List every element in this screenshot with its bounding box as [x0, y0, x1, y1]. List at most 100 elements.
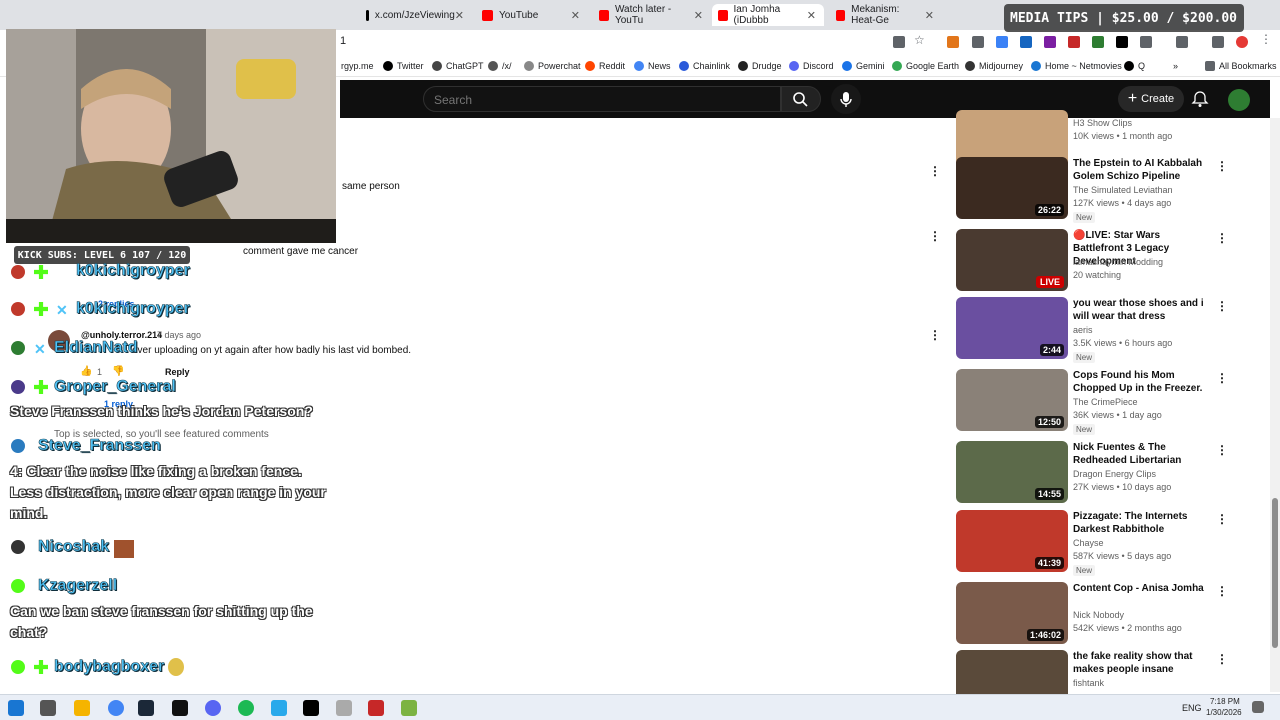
menu-icon[interactable]: [1212, 36, 1224, 48]
video-title[interactable]: Nick Fuentes & The Redheaded Libertarian: [1073, 441, 1213, 467]
bookmark-item[interactable]: Discord: [789, 61, 834, 71]
search-field[interactable]: [423, 86, 781, 113]
bookmark-item[interactable]: Twitter: [383, 61, 424, 71]
bell-icon[interactable]: [1190, 89, 1210, 109]
tab-x-jzeviewing[interactable]: x.com/JzeViewing ✕: [360, 4, 472, 26]
comment-menu-icon[interactable]: ⋮: [929, 328, 941, 342]
bookmark-item[interactable]: rgyp.me: [341, 61, 374, 71]
chevron-right-icon[interactable]: »: [1173, 61, 1178, 71]
close-icon[interactable]: ✕: [571, 9, 580, 22]
language-indicator[interactable]: ENG: [1182, 703, 1202, 713]
video-title[interactable]: Pizzagate: The Internets Darkest Rabbith…: [1073, 510, 1213, 536]
kebab-menu-icon[interactable]: ⋮: [1260, 32, 1272, 46]
create-button[interactable]: + Create: [1118, 86, 1184, 112]
video-menu-icon[interactable]: ⋮: [1216, 371, 1228, 385]
video-thumbnail[interactable]: 2:44: [956, 297, 1068, 359]
video-thumbnail[interactable]: 26:22: [956, 157, 1068, 219]
channel-name[interactable]: fishtank: [1073, 678, 1104, 688]
voice-search-button[interactable]: [831, 84, 861, 114]
chrome-icon[interactable]: [108, 700, 124, 716]
video-menu-icon[interactable]: ⋮: [1216, 584, 1228, 598]
close-icon[interactable]: ✕: [694, 9, 703, 22]
video-menu-icon[interactable]: ⋮: [1216, 512, 1228, 526]
video-title[interactable]: the fake reality show that makes people …: [1073, 650, 1213, 676]
search-input[interactable]: [424, 87, 780, 113]
extension-icon[interactable]: [1044, 36, 1056, 48]
spotify-icon[interactable]: [238, 700, 254, 716]
app-icon[interactable]: [368, 700, 384, 716]
avatar[interactable]: [1228, 89, 1250, 111]
minecraft-icon[interactable]: [401, 700, 417, 716]
bookmark-item[interactable]: Midjourney: [965, 61, 1023, 71]
bookmark-item[interactable]: Chainlink: [679, 61, 730, 71]
channel-name[interactable]: aeris: [1073, 325, 1093, 335]
bookmark-item[interactable]: Gemini: [842, 61, 885, 71]
channel-name[interactable]: Chayse: [1073, 538, 1104, 548]
extension-icon[interactable]: [1068, 36, 1080, 48]
video-title[interactable]: you wear those shoes and i will wear tha…: [1073, 297, 1213, 323]
x-icon[interactable]: [303, 700, 319, 716]
scroll-thumb[interactable]: [1272, 498, 1278, 648]
app-icon[interactable]: [336, 700, 352, 716]
telegram-icon[interactable]: [271, 700, 287, 716]
task-view-icon[interactable]: [40, 700, 56, 716]
bookmark-item[interactable]: News: [634, 61, 671, 71]
channel-name[interactable]: The CrimePiece: [1073, 397, 1138, 407]
bookmark-item[interactable]: Powerchat: [524, 61, 581, 71]
bookmark-item[interactable]: /x/: [488, 61, 512, 71]
file-explorer-icon[interactable]: [74, 700, 90, 716]
scrollbar[interactable]: [1270, 118, 1280, 692]
install-icon[interactable]: [893, 36, 905, 48]
terminal-icon[interactable]: [172, 700, 188, 716]
channel-name[interactable]: Dragon Energy Clips: [1073, 469, 1156, 479]
comment-menu-icon[interactable]: ⋮: [929, 164, 941, 178]
x-extension-icon[interactable]: [1116, 36, 1128, 48]
clock-time[interactable]: 7:18 PM: [1210, 697, 1240, 706]
bookmark-item[interactable]: Reddit: [585, 61, 625, 71]
video-menu-icon[interactable]: ⋮: [1216, 231, 1228, 245]
url-text[interactable]: 1: [340, 35, 346, 47]
video-menu-icon[interactable]: ⋮: [1216, 443, 1228, 457]
close-icon[interactable]: ✕: [807, 9, 816, 22]
bookmark-item[interactable]: Google Earth: [892, 61, 959, 71]
video-menu-icon[interactable]: ⋮: [1216, 652, 1228, 666]
tab-mekanism[interactable]: Mekanism: Heat-Ge ✕: [830, 4, 942, 26]
steam-icon[interactable]: [138, 700, 154, 716]
video-thumbnail[interactable]: 14:55: [956, 441, 1068, 503]
bookmark-item[interactable]: Q: [1124, 61, 1145, 71]
metamask-extension-icon[interactable]: [947, 36, 959, 48]
discord-icon[interactable]: [205, 700, 221, 716]
channel-name[interactable]: Nick Nobody: [1073, 610, 1124, 620]
extension-icon[interactable]: [1092, 36, 1104, 48]
sidepanel-icon[interactable]: [1176, 36, 1188, 48]
video-menu-icon[interactable]: ⋮: [1216, 299, 1228, 313]
bookmark-item[interactable]: Home ~ Netmovies: [1031, 61, 1122, 71]
channel-name[interactable]: H3 Show Clips: [1073, 118, 1132, 128]
tab-youtube[interactable]: YouTube ✕: [476, 4, 588, 26]
video-title[interactable]: Cops Found his Mom Chopped Up in the Fre…: [1073, 369, 1213, 395]
comment-menu-icon[interactable]: ⋮: [929, 229, 941, 243]
extension-icon[interactable]: [1020, 36, 1032, 48]
channel-name[interactable]: The Simulated Leviathan: [1073, 185, 1173, 195]
bookmark-item[interactable]: ChatGPT: [432, 61, 484, 71]
all-bookmarks[interactable]: All Bookmarks: [1205, 61, 1277, 71]
search-button[interactable]: [781, 86, 821, 112]
video-thumbnail[interactable]: LIVE: [956, 229, 1068, 291]
tab-watch-later[interactable]: Watch later - YouTu ✕: [593, 4, 711, 26]
tab-ian-jomha[interactable]: Ian Jomha (iDubbb ✕: [712, 4, 824, 26]
video-title[interactable]: Content Cop - Anisa Jomha: [1073, 582, 1213, 595]
extension-icon[interactable]: [996, 36, 1008, 48]
video-title[interactable]: The Epstein to AI Kabbalah Golem Schizo …: [1073, 157, 1213, 183]
video-thumbnail[interactable]: 41:39: [956, 510, 1068, 572]
close-icon[interactable]: ✕: [925, 9, 934, 22]
profile-icon[interactable]: [1236, 36, 1248, 48]
video-thumbnail[interactable]: 1:46:02: [956, 582, 1068, 644]
video-menu-icon[interactable]: ⋮: [1216, 159, 1228, 173]
clock-date[interactable]: 1/30/2026: [1206, 708, 1242, 717]
star-icon[interactable]: ☆: [914, 33, 926, 47]
notification-icon[interactable]: [1252, 701, 1264, 713]
shield-extension-icon[interactable]: [972, 36, 984, 48]
puzzle-icon[interactable]: [1140, 36, 1152, 48]
windows-start-icon[interactable]: [8, 700, 24, 716]
close-icon[interactable]: ✕: [455, 9, 464, 22]
